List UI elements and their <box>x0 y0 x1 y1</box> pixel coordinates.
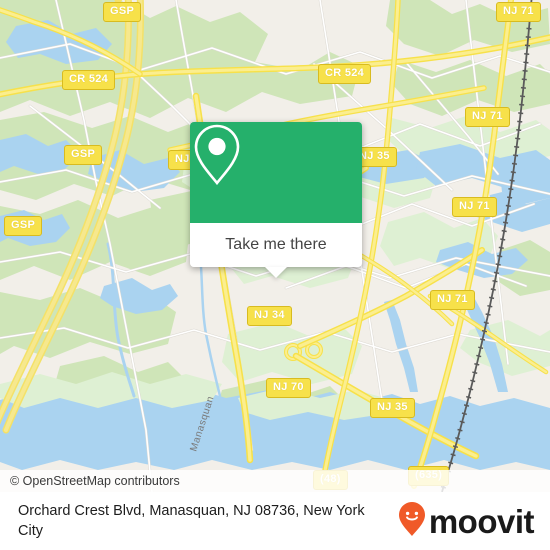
moovit-logo: moovit <box>397 501 542 542</box>
take-me-there-label: Take me there <box>225 236 327 253</box>
road-shield: GSP <box>64 145 103 165</box>
popup-tail <box>265 267 287 278</box>
address-text: Orchard Crest Blvd, Manasquan, NJ 08736,… <box>18 503 365 539</box>
road-shield: CR 524 <box>62 70 116 90</box>
road-shield: CR 524 <box>318 64 372 84</box>
road-shield: NJ 71 <box>430 290 475 310</box>
popup-body <box>190 122 362 223</box>
map-popup-card[interactable]: Take me there <box>190 122 362 278</box>
map-canvas[interactable]: .water { fill:#aad3f0; } .forest { fill:… <box>0 0 550 492</box>
moovit-map-screen: .water { fill:#aad3f0; } .forest { fill:… <box>0 0 550 550</box>
road-shield: NJ 34 <box>247 306 292 326</box>
road-shield: GSP <box>4 216 43 236</box>
road-shield: NJ 71 <box>452 197 497 217</box>
road-shield: NJ 71 <box>496 2 541 22</box>
road-shield: NJ 35 <box>370 398 415 418</box>
moovit-wordmark: moovit <box>428 502 535 540</box>
road-shield: GSP <box>103 2 142 22</box>
attribution-text: © OpenStreetMap contributors <box>10 474 180 488</box>
map-attribution: © OpenStreetMap contributors <box>0 470 550 492</box>
moovit-pin-icon <box>397 501 427 542</box>
footer-bar: Orchard Crest Blvd, Manasquan, NJ 08736,… <box>0 492 550 550</box>
popup-footer[interactable]: Take me there <box>190 223 362 278</box>
road-shield: NJ 71 <box>465 107 510 127</box>
road-shield: NJ 70 <box>266 378 311 398</box>
